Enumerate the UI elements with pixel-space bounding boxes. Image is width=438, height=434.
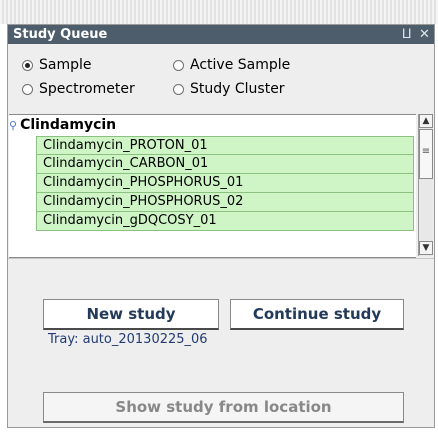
key-icon: ⚲: [9, 118, 18, 132]
tree-root[interactable]: ⚲ Clindamycin: [9, 117, 116, 133]
radio-label: Study Cluster: [190, 81, 285, 97]
radio-label: Active Sample: [190, 57, 291, 73]
radio-study-cluster[interactable]: Study Cluster: [173, 81, 285, 97]
close-icon[interactable]: ✕: [419, 25, 430, 44]
continue-study-button[interactable]: Continue study: [230, 299, 404, 330]
list-item[interactable]: Clindamycin_PHOSPHORUS_02: [36, 193, 414, 212]
scroll-thumb[interactable]: ≡: [419, 129, 433, 179]
top-strip: [0, 0, 438, 24]
radio-label: Sample: [39, 57, 92, 73]
radio-sample[interactable]: Sample: [22, 57, 92, 73]
list-item[interactable]: Clindamycin_PROTON_01: [36, 136, 414, 155]
radio-unselected-icon: [173, 59, 184, 71]
scroll-down-icon[interactable]: ▼: [419, 241, 433, 255]
panel-titlebar: Study Queue ⨿ ✕: [8, 25, 434, 44]
radio-unselected-icon: [173, 83, 184, 95]
vertical-scrollbar[interactable]: ▲ ≡ ▼: [418, 114, 433, 256]
study-list: Clindamycin_PROTON_01 Clindamycin_CARBON…: [36, 136, 414, 231]
list-item[interactable]: Clindamycin_gDQCOSY_01: [36, 212, 414, 231]
radio-label: Spectrometer: [39, 81, 135, 97]
list-item[interactable]: Clindamycin_CARBON_01: [36, 155, 414, 174]
scroll-up-icon[interactable]: ▲: [419, 114, 433, 128]
tray-label: Tray: auto_20130225_06: [48, 332, 208, 347]
study-tree[interactable]: ⚲ Clindamycin Clindamycin_PROTON_01 Clin…: [9, 114, 416, 258]
radio-unselected-icon: [22, 83, 33, 95]
panel-title: Study Queue: [13, 27, 108, 42]
list-item[interactable]: Clindamycin_PHOSPHORUS_01: [36, 174, 414, 193]
new-study-button[interactable]: New study: [43, 299, 219, 330]
study-queue-panel: Study Queue ⨿ ✕ Sample Active Sample Spe…: [7, 24, 435, 428]
radio-active-sample[interactable]: Active Sample: [173, 57, 290, 73]
show-study-from-location-button[interactable]: Show study from location: [43, 392, 404, 423]
tree-root-label: Clindamycin: [20, 117, 117, 133]
radio-spectrometer[interactable]: Spectrometer: [22, 81, 135, 97]
divider: [8, 258, 434, 259]
undock-icon[interactable]: ⨿: [402, 25, 411, 44]
radio-selected-icon: [22, 59, 33, 71]
